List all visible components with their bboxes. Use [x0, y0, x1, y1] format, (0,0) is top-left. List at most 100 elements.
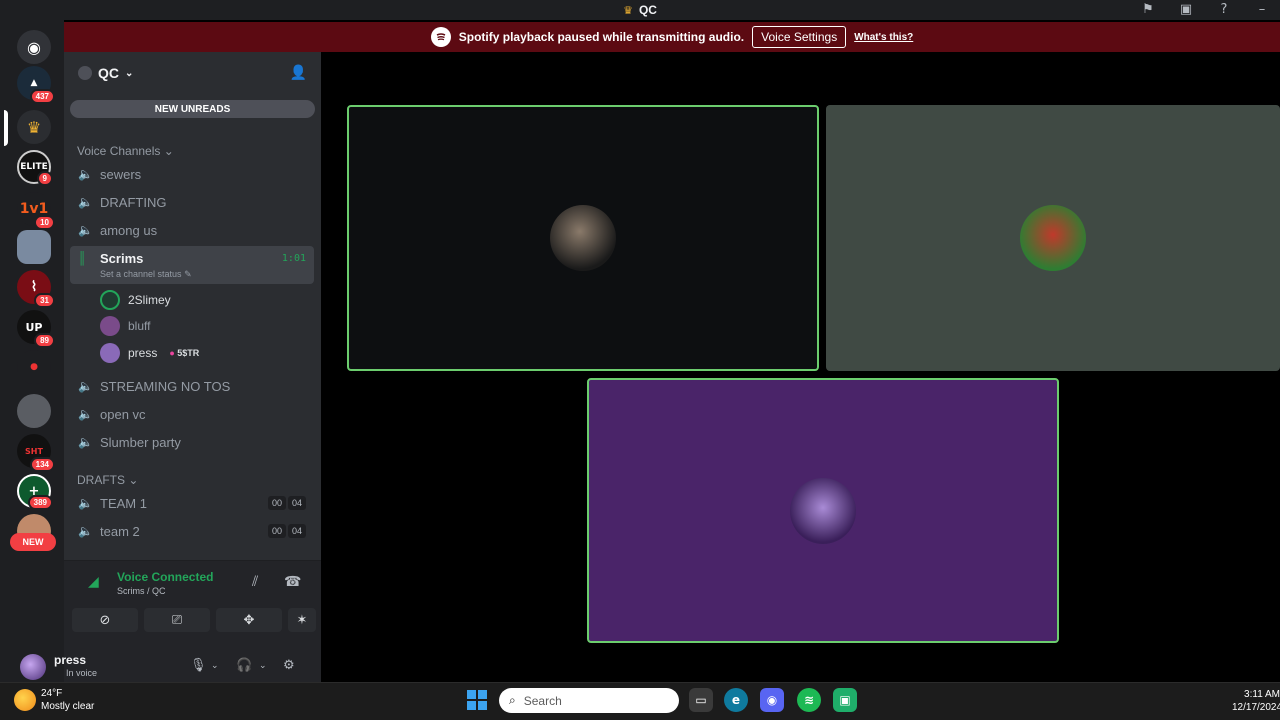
add-member-icon[interactable]: 👤: [290, 65, 307, 81]
server-icon-shoot[interactable]: SHT 134: [17, 434, 55, 472]
server-icon-landscape[interactable]: [17, 230, 51, 264]
new-servers-pill[interactable]: NEW: [10, 533, 56, 551]
channel-sewers[interactable]: 🔈 sewers: [70, 161, 314, 187]
headphones-icon[interactable]: 🎧: [236, 658, 252, 673]
channel-open-vc[interactable]: 🔈 open vc: [70, 401, 314, 427]
channel-team-1[interactable]: 🔈 TEAM 1 00 04: [70, 490, 314, 516]
signal-icon[interactable]: ◢: [88, 574, 99, 590]
whats-this-link[interactable]: What's this?: [854, 32, 913, 43]
voice-status[interactable]: Voice Connected: [117, 570, 213, 584]
weather-temperature[interactable]: 24°F: [41, 688, 62, 699]
participant-avatar: [790, 477, 856, 544]
channel-name: among us: [100, 222, 158, 238]
edge-browser-icon[interactable]: e: [724, 688, 748, 712]
app-taskbar-icon[interactable]: ▣: [833, 688, 857, 712]
channel-drafting[interactable]: 🔈 DRAFTING: [70, 189, 314, 215]
speaker-icon: 🔈: [78, 524, 93, 538]
voice-user-bluff[interactable]: bluff: [100, 314, 150, 338]
spotify-notice-banner: Spotify playback paused while transmitti…: [64, 22, 1280, 52]
channel-status[interactable]: Set a channel status ✎: [100, 269, 192, 280]
mention-badge: 89: [34, 333, 55, 348]
voice-user-name: 2Slimey: [128, 293, 171, 307]
user-name[interactable]: press: [54, 653, 86, 667]
voice-location[interactable]: Scrims / QC: [117, 586, 166, 596]
server-icon-elite[interactable]: ELITE 9: [17, 150, 53, 186]
participant-tile-self[interactable]: [587, 378, 1059, 643]
task-view-icon[interactable]: ▭: [689, 688, 713, 712]
settings-gear-icon[interactable]: ⚙: [283, 658, 295, 673]
channel-slumber-party[interactable]: 🔈 Slumber party: [70, 429, 314, 455]
chevron-down-icon: ⌄: [163, 144, 174, 158]
guild-name[interactable]: QC ⌄: [78, 65, 133, 81]
help-icon[interactable]: ?: [1216, 3, 1232, 17]
category-voice-channels[interactable]: Voice Channels ⌄: [77, 144, 174, 158]
voice-settings-button[interactable]: Voice Settings: [752, 26, 847, 48]
soundboard-icon: ✶: [296, 612, 308, 628]
tag-icon: ●: [169, 348, 175, 358]
channel-name: DRAFTING: [100, 194, 167, 210]
clock-date: 12/17/2024: [1232, 702, 1280, 713]
server-icon-triangle[interactable]: ▲ 437: [17, 66, 55, 104]
windows-start-icon[interactable]: [467, 690, 487, 710]
user-avatar[interactable]: [20, 654, 46, 680]
title-bar: ♛ QC ⚑ ▣ ? –: [0, 0, 1280, 20]
camera-off-icon: ⊘: [99, 612, 111, 628]
participant-tile[interactable]: [826, 105, 1280, 371]
channel-among-us[interactable]: 🔈 among us: [70, 217, 314, 243]
minimize-icon[interactable]: –: [1254, 3, 1270, 17]
discord-home-icon[interactable]: ◉: [17, 30, 51, 64]
crown-icon: ♛: [623, 3, 633, 17]
spotify-taskbar-icon[interactable]: ≋: [797, 688, 821, 712]
search-placeholder: Search: [523, 693, 562, 708]
server-icon-gray[interactable]: [17, 394, 51, 428]
weather-icon[interactable]: [14, 689, 36, 711]
channel-name: TEAM 1: [100, 495, 147, 511]
chevron-down-icon[interactable]: ⌄: [211, 661, 219, 671]
chevron-down-icon[interactable]: ⌄: [259, 661, 267, 671]
server-rail: ◉ ▲ 437 ♛ ELITE 9 1v1 10 ⌇ 31 UP 89 ● SHT 134 …: [0, 20, 64, 682]
guild-header[interactable]: QC ⌄ 👤: [64, 52, 321, 94]
voice-user-press[interactable]: press ● 5$TR: [100, 341, 199, 365]
discord-taskbar-icon[interactable]: ◉: [760, 688, 784, 712]
server-icon-up[interactable]: UP 89: [17, 310, 55, 348]
weather-description[interactable]: Mostly clear: [41, 701, 94, 712]
voice-user-2slimey[interactable]: 2Slimey: [100, 288, 171, 312]
channel-name: Scrims: [100, 251, 144, 266]
microphone-icon[interactable]: 🎙: [190, 658, 207, 673]
channel-streaming-no-tos[interactable]: 🔈 STREAMING NO TOS: [70, 373, 314, 399]
discord-window: ♛ QC ⚑ ▣ ? – Spotify playback paused whi…: [0, 0, 1280, 720]
camera-toggle-button[interactable]: ⊘: [72, 608, 138, 632]
new-unreads-bar[interactable]: NEW UNREADS: [70, 100, 315, 118]
speaker-icon: 🔈: [78, 435, 93, 449]
notice-message: Spotify playback paused while transmitti…: [458, 30, 745, 44]
pencil-icon: ✎: [184, 269, 192, 279]
screen-share-button[interactable]: ⎚: [144, 608, 210, 632]
server-icon-1v1[interactable]: 1v1 10: [17, 192, 55, 230]
disconnect-icon[interactable]: ☎: [284, 574, 301, 590]
channel-scrims[interactable]: ║ Scrims 1:01 Set a channel status ✎: [70, 246, 314, 284]
channel-team-2[interactable]: 🔈 team 2 00 04: [70, 518, 314, 544]
participant-tile-speaking[interactable]: [347, 105, 819, 371]
chevron-down-icon: ⌄: [128, 473, 139, 487]
soundboard-button[interactable]: ✶: [288, 608, 316, 632]
user-status: In voice: [66, 668, 97, 678]
mention-badge: 437: [29, 89, 55, 104]
taskbar-search-input[interactable]: ⌕ Search: [499, 688, 679, 713]
call-timer: 1:01: [281, 253, 306, 264]
server-icon-qc[interactable]: ♛: [17, 110, 51, 144]
noise-suppression-icon[interactable]: ⫽: [252, 574, 258, 590]
channel-name: sewers: [100, 166, 142, 182]
server-icon-pulse[interactable]: ⌇ 31: [17, 270, 55, 308]
server-icon-dot[interactable]: ●: [17, 350, 51, 384]
flag-icon[interactable]: ⚑: [1140, 3, 1156, 17]
voice-user-name: bluff: [128, 319, 151, 333]
channel-name: STREAMING NO TOS: [100, 378, 231, 394]
user-limit-badge: 00 04: [267, 524, 306, 538]
guild-icon: [78, 66, 92, 80]
activities-button[interactable]: ✥: [216, 608, 282, 632]
category-drafts[interactable]: DRAFTS ⌄: [77, 473, 138, 487]
user-count: 00: [267, 524, 286, 538]
server-icon-plus[interactable]: +389: [17, 474, 53, 510]
inbox-icon[interactable]: ▣: [1178, 3, 1194, 17]
system-clock[interactable]: 3:11 AM 12/17/2024: [1232, 688, 1280, 714]
